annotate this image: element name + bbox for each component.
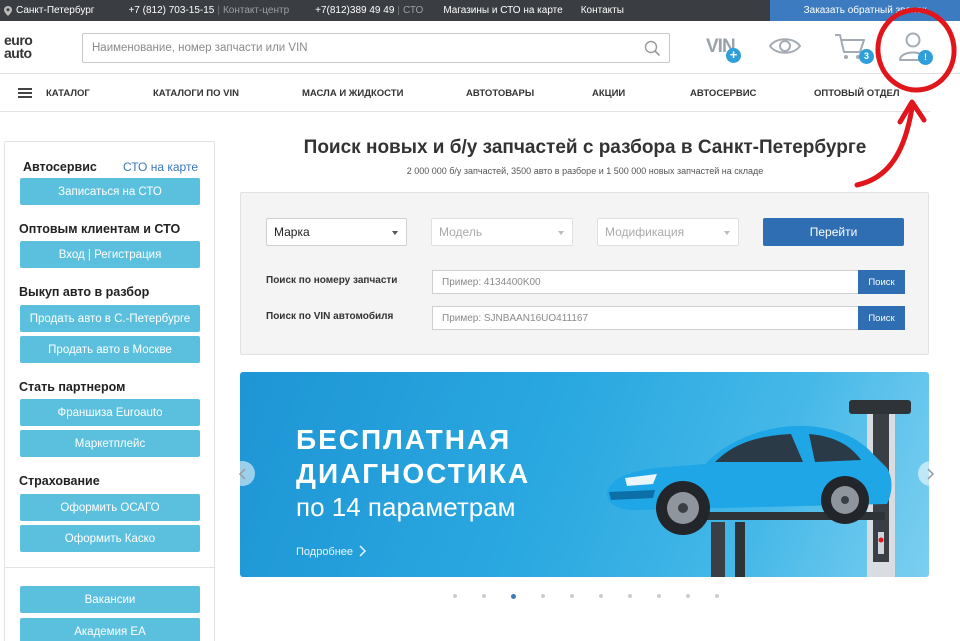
logo-line2: auto — [4, 45, 32, 61]
callback-label: Заказать обратный звонок — [803, 5, 927, 16]
callback-button[interactable]: Заказать обратный звонок — [770, 0, 960, 21]
chevron-right-icon — [926, 467, 934, 480]
contacts-label: Контакты — [580, 5, 624, 16]
phone2: +7(812)389 49 49 — [315, 5, 395, 16]
model-select-value: Модель — [439, 225, 483, 239]
account-alert-badge: ! — [918, 50, 933, 65]
pagination-dot[interactable] — [599, 594, 603, 598]
go-button[interactable]: Перейти — [763, 218, 904, 246]
modification-select[interactable]: Модификация — [597, 218, 739, 246]
pagination-dot[interactable] — [511, 593, 516, 599]
modification-select-value: Модификация — [605, 225, 685, 239]
brand-select-value: Марка — [274, 225, 310, 239]
sidebar-title-wholesale: Оптовым клиентам и СТО — [19, 222, 181, 236]
pagination-dot[interactable] — [482, 594, 486, 598]
city-selector[interactable]: Санкт-Петербург — [0, 5, 100, 16]
page-title: Поиск новых и б/у запчастей с разбора в … — [303, 137, 867, 158]
stores-map-link[interactable]: Магазины и СТО на карте — [437, 5, 568, 16]
marketplace-button[interactable]: Маркетплейс — [20, 430, 200, 457]
model-select[interactable]: Модель — [431, 218, 573, 246]
city-label: Санкт-Петербург — [16, 5, 95, 16]
banner-pagination — [453, 593, 744, 599]
header: euro auto VIN — [0, 21, 960, 74]
part-search-label: Поиск по номеру запчасти — [266, 275, 398, 286]
vin-plus-icon: + — [726, 48, 741, 63]
sell-car-spb-button[interactable]: Продать авто в С.-Петербурге — [20, 305, 200, 332]
vin-search-submit-button[interactable]: Поиск — [858, 306, 905, 330]
login-register-button[interactable]: Вход | Регистрация — [20, 241, 200, 268]
part-number-input[interactable]: Пример: 4134400K00 — [432, 270, 859, 294]
sidebar-title-service: Автосервис — [23, 160, 97, 174]
banner-more-link[interactable]: Подробнее — [296, 545, 367, 558]
sidebar-title-buyout: Выкуп авто в разбор — [19, 285, 150, 299]
pagination-dot[interactable] — [657, 594, 661, 598]
chevron-down-icon — [724, 231, 730, 235]
banner-prev-button[interactable] — [230, 461, 255, 486]
search-panel: Марка Модель Модификация Перейти Поиск п… — [240, 192, 929, 355]
sidebar: Автосервис СТО на карте Записаться на СТ… — [4, 141, 215, 641]
banner-line2: ДИАГНОСТИКА — [296, 458, 531, 489]
pagination-dot[interactable] — [570, 594, 574, 598]
banner-next-button[interactable] — [918, 461, 943, 486]
phone1-note: Контакт-центр — [222, 5, 290, 16]
sidebar-title-partner: Стать партнером — [19, 380, 126, 394]
academy-button[interactable]: Академия EA — [20, 618, 200, 641]
search-box — [82, 33, 670, 63]
menu-icon[interactable] — [18, 86, 32, 100]
phone1: +7 (812) 703-15-15 — [128, 5, 215, 16]
vin-input[interactable]: Пример: SJNBAAN16UO411167 — [432, 306, 859, 330]
nav-wholesale[interactable]: Оптовый отдел — [814, 88, 900, 99]
stores-map-label: Магазины и СТО на карте — [443, 5, 563, 16]
vin-search-label: Поиск по VIN автомобиля — [266, 311, 394, 322]
pagination-dot[interactable] — [686, 594, 690, 598]
nav-promotions[interactable]: Акции — [592, 88, 625, 99]
brand-select[interactable]: Марка — [266, 218, 407, 246]
chevron-down-icon — [392, 231, 398, 235]
top-bar: Санкт-Петербург +7 (812) 703-15-15 | Кон… — [0, 0, 960, 21]
nav-auto-goods[interactable]: Автотовары — [466, 88, 534, 99]
promo-banner[interactable]: БЕСПЛАТНАЯ ДИАГНОСТИКА по 14 параметрам … — [240, 372, 929, 577]
eye-icon[interactable] — [768, 35, 802, 57]
cart-count-badge: 3 — [859, 49, 874, 64]
chevron-left-icon — [238, 467, 246, 480]
search-icon[interactable] — [644, 40, 661, 57]
phone2-note: СТО — [402, 5, 424, 16]
chevron-right-icon — [359, 545, 367, 557]
sell-car-moscow-button[interactable]: Продать авто в Москве — [20, 336, 200, 363]
location-pin-icon — [4, 5, 12, 16]
pagination-dot[interactable] — [715, 594, 719, 598]
chevron-down-icon — [558, 231, 564, 235]
nav-vin-catalogs[interactable]: Каталоги по VIN — [153, 88, 239, 99]
sidebar-title-insurance: Страхование — [19, 474, 100, 488]
sto-map-link[interactable]: СТО на карте — [123, 160, 198, 174]
osago-button[interactable]: Оформить ОСАГО — [20, 494, 200, 521]
banner-line1: БЕСПЛАТНАЯ — [296, 424, 512, 455]
pagination-dot[interactable] — [453, 594, 457, 598]
part-search-button[interactable]: Поиск — [858, 270, 905, 294]
page-subtitle: 2 000 000 б/у запчастей, 3500 авто в раз… — [406, 166, 764, 176]
car-on-lift-illustration — [607, 400, 911, 577]
main-nav: Каталог Каталоги по VIN Масла и жидкости… — [0, 75, 930, 112]
book-service-button[interactable]: Записаться на СТО — [20, 178, 200, 205]
kasko-button[interactable]: Оформить Каско — [20, 525, 200, 552]
logo[interactable]: euro auto — [4, 33, 46, 61]
nav-car-service[interactable]: Автосервис — [690, 88, 756, 99]
phone-sto[interactable]: +7(812)389 49 49 | СТО — [309, 5, 429, 16]
contacts-link[interactable]: Контакты — [575, 5, 630, 16]
search-input[interactable] — [83, 34, 623, 62]
nav-catalog[interactable]: Каталог — [46, 88, 90, 99]
sidebar-divider — [5, 567, 214, 568]
banner-line3: по 14 параметрам — [296, 492, 516, 522]
vacancies-button[interactable]: Вакансии — [20, 586, 200, 613]
phone-contact-center[interactable]: +7 (812) 703-15-15 | Контакт-центр — [122, 5, 295, 16]
banner-more-label: Подробнее — [296, 546, 354, 558]
pagination-dot[interactable] — [628, 594, 632, 598]
franchise-button[interactable]: Франшиза Euroauto — [20, 399, 200, 426]
pagination-dot[interactable] — [541, 594, 545, 598]
nav-oils[interactable]: Масла и жидкости — [302, 88, 403, 99]
